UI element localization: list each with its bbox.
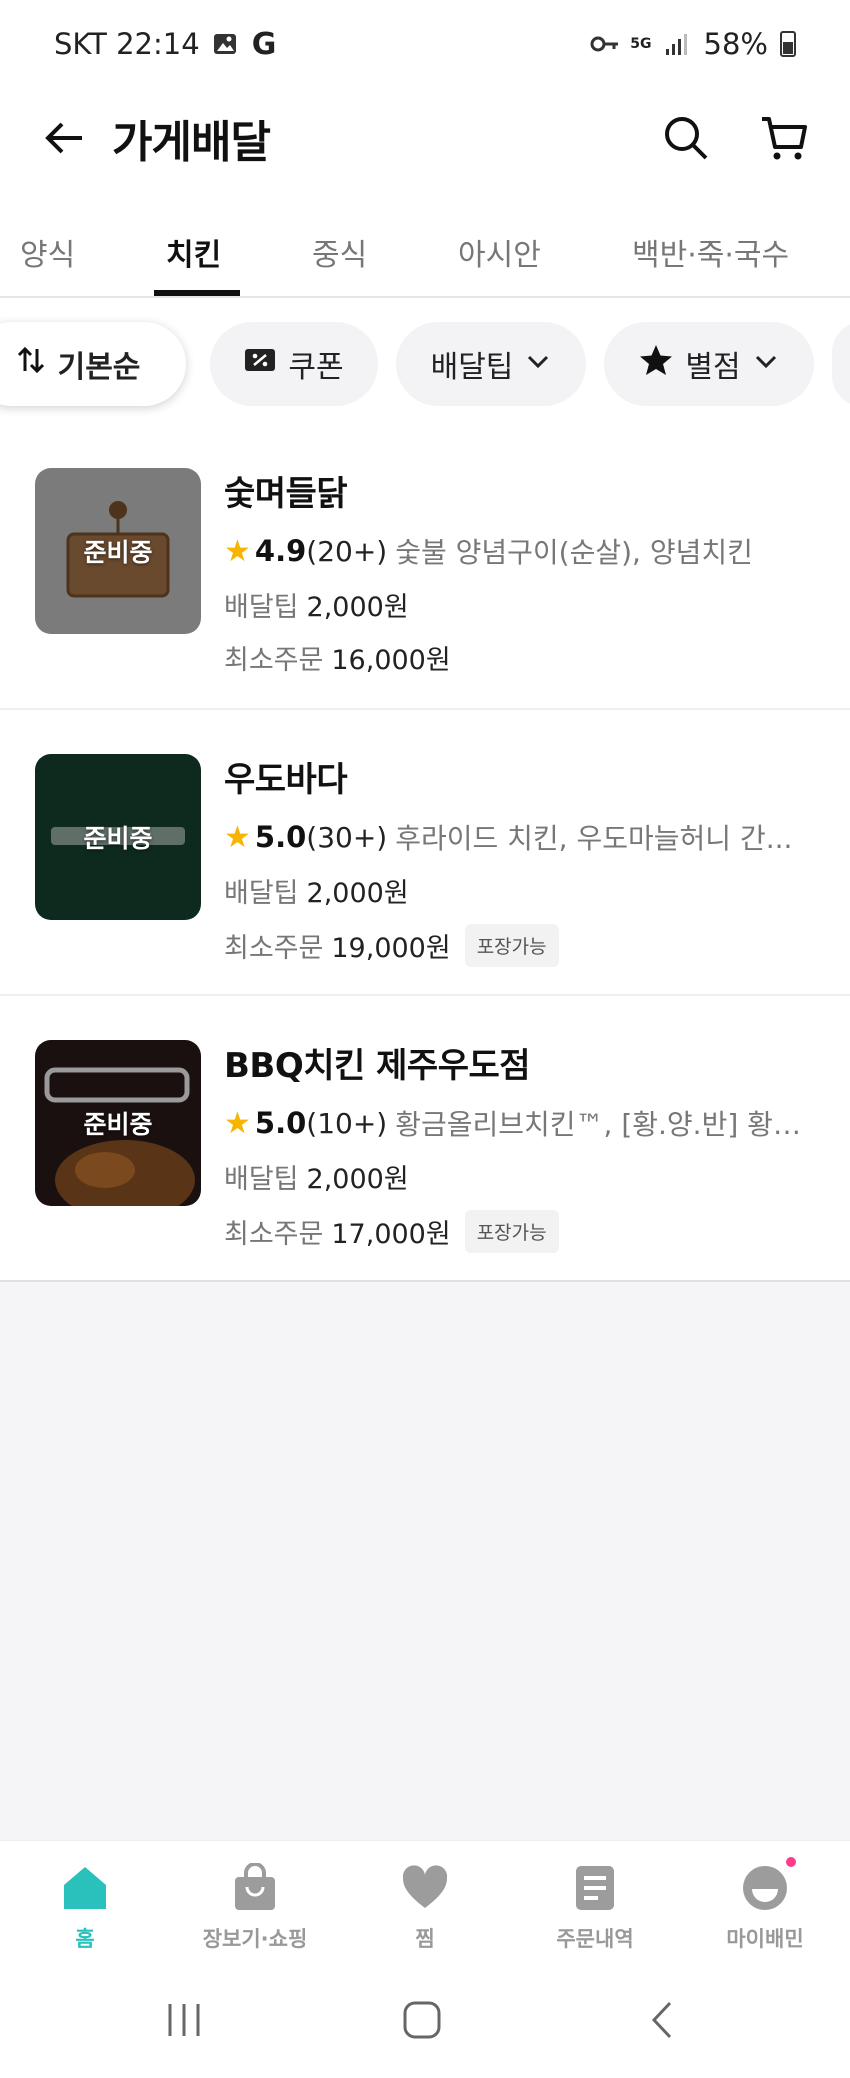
tab-asian[interactable]: 아시안 [458,230,541,274]
nav-orders-label: 주문내역 [556,1927,634,1951]
status-bar: SKT 22:14 G 5G 58% [0,0,850,88]
delivery-tip-label: 배달팁 [224,592,299,623]
chevron-down-icon [525,347,551,382]
store-rating: 5.0 [254,1106,307,1140]
system-navigation-bar [0,1966,850,2078]
store-menu: 후라이드 치킨, 우도마늘허니 간... [395,822,793,855]
preparing-label: 준비중 [83,538,153,567]
delivery-tip-value: 2,000원 [306,878,409,909]
battery-percent: 58% [703,27,768,61]
category-tabs: 양식 치킨 중식 아시안 백반·죽·국수 [0,210,850,298]
order-list-icon [570,1863,620,1913]
carrier-time: SKT 22:14 [54,27,200,61]
store-item[interactable]: 준비중 BBQ치킨 제주우도점 ★ 5.0 (10+) 황금올리브치킨™, [황… [0,996,850,1282]
tab-korean-meals[interactable]: 백반·죽·국수 [632,230,789,274]
store-thumbnail: 준비중 [35,468,201,634]
sort-label: 기본순 [57,350,141,385]
store-item[interactable]: 준비중 우도바다 ★ 5.0 (30+) 후라이드 치킨, 우도마늘허니 간..… [0,710,850,996]
store-rating: 4.9 [254,534,307,568]
store-thumbnail: 준비중 [35,754,201,920]
star-icon [639,343,673,385]
top-area: SKT 22:14 G 5G 58% 가게배달 양식 치킨 중식 아시안 백반·… [0,0,850,298]
google-icon: G [251,26,277,62]
store-name: 숯며들닭 [224,474,348,514]
page-title: 가게배달 [112,117,271,168]
sort-icon [16,345,46,383]
coupon-label: 쿠폰 [288,350,344,385]
app-bar: 가게배달 [0,88,850,188]
preparing-label: 준비중 [83,824,153,853]
heart-icon [400,1863,450,1913]
image-icon [212,30,240,58]
tab-chinese[interactable]: 중식 [312,230,367,274]
review-count: (30+) [306,820,388,854]
recent-apps-icon[interactable] [164,2000,204,2044]
delivery-tip-value: 2,000원 [306,1164,409,1195]
coupon-icon [244,346,276,382]
min-order-value: 19,000원 [331,933,451,964]
store-menu: 숯불 양념구이(순살), 양념치킨 [395,536,753,569]
back-arrow-icon[interactable] [40,114,88,162]
min-order-value: 17,000원 [331,1219,451,1250]
delivery-tip-chip[interactable]: 배달팁 [396,322,586,406]
delivery-tip-value: 2,000원 [306,592,409,623]
home-button-icon[interactable] [402,2000,442,2044]
star-icon: ★ [224,819,251,855]
signal-icon [664,30,692,58]
tab-western[interactable]: 양식 [20,230,75,274]
nav-home-label: 홈 [75,1927,95,1951]
cart-icon[interactable] [758,112,810,164]
delivery-tip-label: 배달팁 [224,878,299,909]
sort-chip[interactable]: 기본순 [0,322,186,406]
min-order-label: 최소주문 [224,933,324,964]
delivery-tip-label: 배달팁 [224,1164,299,1195]
store-rating: 5.0 [254,820,307,854]
shopping-bag-icon [230,1862,280,1913]
active-tab-indicator [154,290,240,296]
nav-favorites-label: 찜 [415,1927,435,1951]
min-order-value: 16,000원 [331,645,451,676]
notification-dot [786,1857,796,1867]
star-icon: ★ [224,533,251,569]
bottom-navigation: 홈 장보기·쇼핑 찜 주문내역 마이배민 [0,1840,850,1966]
store-name: BBQ치킨 제주우도점 [224,1046,531,1086]
review-count: (10+) [306,1106,388,1140]
nav-home[interactable]: 홈 [10,1863,160,1953]
rating-label: 별점 [685,350,741,385]
store-list: 준비중 숯며들닭 ★ 4.9 (20+) 숯불 양념구이(순살), 양념치킨 배… [0,424,850,1282]
store-name: 우도바다 [224,760,348,800]
more-filter-chip[interactable] [832,322,850,406]
star-icon: ★ [224,1105,251,1141]
rating-chip[interactable]: 별점 [604,322,814,406]
store-menu: 황금올리브치킨™, [황.양.반] 황올... [395,1108,820,1141]
min-order-label: 최소주문 [224,645,324,676]
store-item[interactable]: 준비중 숯며들닭 ★ 4.9 (20+) 숯불 양념구이(순살), 양념치킨 배… [0,424,850,710]
network-label: 5G [630,36,652,52]
nav-favorites[interactable]: 찜 [350,1863,500,1953]
back-button-icon[interactable] [644,2000,684,2044]
nav-shopping-label: 장보기·쇼핑 [202,1927,308,1951]
battery-icon [780,31,796,57]
nav-shopping[interactable]: 장보기·쇼핑 [180,1862,330,1953]
takeout-badge: 포장가능 [464,1210,559,1253]
my-profile-icon [740,1857,796,1913]
nav-my-page-label: 마이배민 [726,1927,804,1951]
nav-orders[interactable]: 주문내역 [520,1863,670,1953]
home-icon [60,1863,110,1913]
min-order-label: 최소주문 [224,1219,324,1250]
tab-chicken[interactable]: 치킨 [166,230,221,274]
takeout-badge: 포장가능 [464,924,559,967]
chevron-down-icon [753,347,779,382]
preparing-label: 준비중 [83,1110,153,1139]
store-thumbnail: 준비중 [35,1040,201,1206]
key-icon [590,30,619,58]
search-icon[interactable] [660,112,712,164]
delivery-tip-label: 배달팁 [430,350,514,385]
nav-my-page[interactable]: 마이배민 [690,1857,840,1953]
filter-bar: 기본순 쿠폰 배달팁 별점 [0,298,850,424]
coupon-chip[interactable]: 쿠폰 [210,322,378,406]
review-count: (20+) [306,534,388,568]
